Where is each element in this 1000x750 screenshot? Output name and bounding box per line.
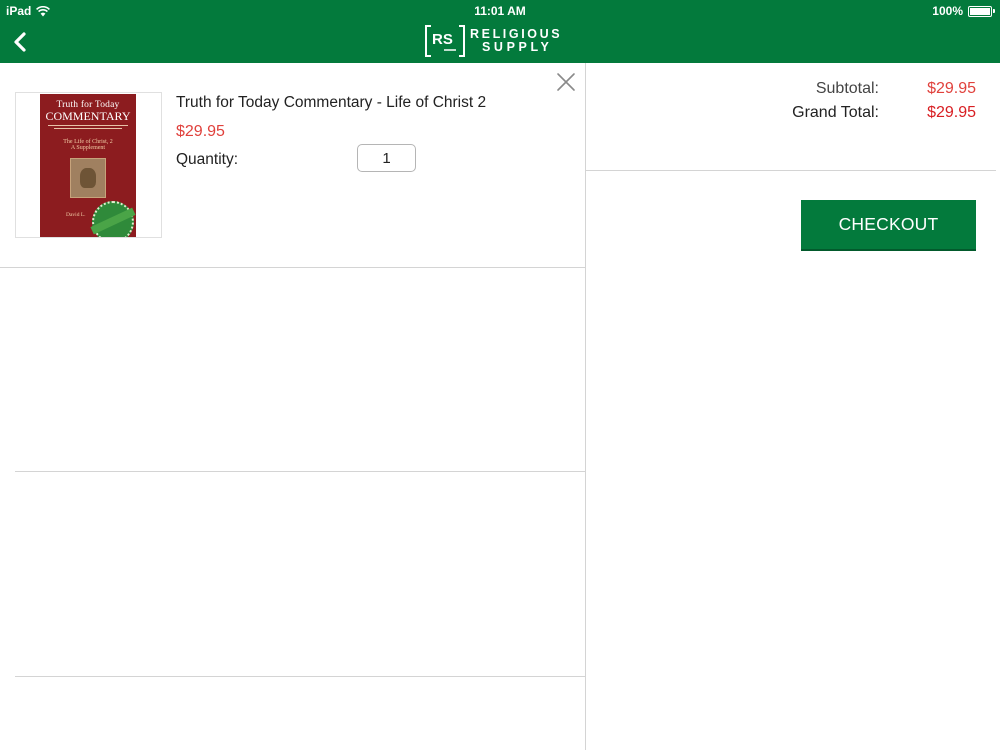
item-price: $29.95 bbox=[176, 123, 225, 140]
checkout-button[interactable]: CHECKOUT bbox=[801, 200, 976, 251]
logo-mark-text: RS bbox=[432, 31, 453, 48]
book-cover-line2: COMMENTARY bbox=[45, 109, 131, 123]
back-button[interactable] bbox=[8, 28, 32, 56]
book-cover-image: Truth for Today COMMENTARY The Life of C… bbox=[40, 94, 136, 237]
book-cover-author: David L. bbox=[66, 212, 86, 218]
subtotal-label: Subtotal: bbox=[815, 80, 879, 97]
summary-divider bbox=[586, 170, 996, 171]
grand-total-row: Grand Total: $29.95 bbox=[699, 104, 976, 122]
row-divider bbox=[15, 676, 585, 677]
status-bar: iPad 11:01 AM 100% bbox=[0, 0, 1000, 22]
quantity-input[interactable] bbox=[357, 144, 416, 172]
remove-item-button[interactable] bbox=[555, 71, 577, 93]
close-icon bbox=[557, 73, 575, 91]
subtotal-row: Subtotal: $29.95 bbox=[699, 80, 976, 98]
book-cover-subtitle2: A Supplement bbox=[70, 145, 106, 151]
grand-total-value: $29.95 bbox=[927, 104, 976, 121]
brand-logo: RS RELIGIOUS SUPPLY bbox=[425, 24, 562, 58]
battery-indicator: 100% bbox=[932, 4, 995, 18]
cart-list: Truth for Today COMMENTARY The Life of C… bbox=[0, 63, 585, 750]
logo-mark-icon: RS bbox=[425, 25, 465, 57]
book-cover-art bbox=[70, 158, 106, 198]
row-divider bbox=[15, 471, 585, 472]
chevron-left-icon bbox=[14, 32, 26, 52]
product-thumbnail[interactable]: Truth for Today COMMENTARY The Life of C… bbox=[15, 92, 162, 238]
quantity-label: Quantity: bbox=[176, 151, 239, 168]
battery-percent: 100% bbox=[932, 4, 963, 18]
book-seal-icon bbox=[92, 201, 134, 237]
cart-item: Truth for Today COMMENTARY The Life of C… bbox=[0, 63, 585, 268]
grand-total-label: Grand Total: bbox=[792, 104, 879, 121]
subtotal-value: $29.95 bbox=[927, 80, 976, 97]
logo-wordmark: RELIGIOUS SUPPLY bbox=[470, 28, 562, 54]
logo-line-2: SUPPLY bbox=[482, 40, 553, 54]
row-divider bbox=[0, 267, 585, 268]
app-header: iPad 11:01 AM 100% RS RELIGIOUS SUPPLY bbox=[0, 0, 1000, 63]
order-summary: Subtotal: $29.95 Grand Total: $29.95 CHE… bbox=[586, 63, 1000, 750]
status-time: 11:01 AM bbox=[474, 4, 526, 18]
battery-icon bbox=[968, 5, 995, 17]
item-title[interactable]: Truth for Today Commentary - Life of Chr… bbox=[176, 94, 486, 112]
